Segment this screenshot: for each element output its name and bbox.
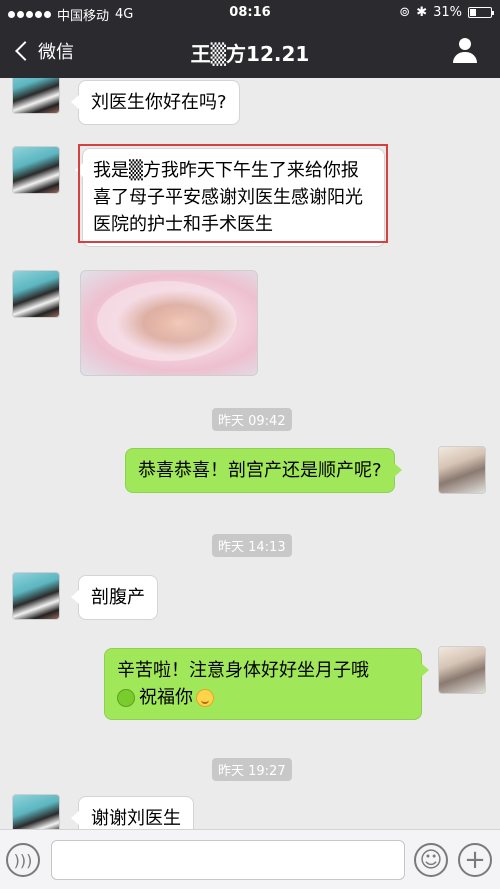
- plus-icon[interactable]: +: [458, 843, 492, 877]
- user-icon[interactable]: [452, 38, 478, 64]
- contact-avatar[interactable]: [12, 794, 60, 829]
- contact-avatar[interactable]: [12, 270, 60, 318]
- message-text: 刘医生你好在吗?: [91, 92, 227, 113]
- contact-avatar[interactable]: [12, 78, 60, 114]
- sent-message[interactable]: 辛苦啦！注意身体好好坐月子哦 祝福你: [104, 648, 429, 720]
- my-avatar[interactable]: [438, 646, 486, 694]
- newborn-photo[interactable]: [80, 270, 258, 376]
- received-message[interactable]: 刘医生你好在吗?: [71, 80, 240, 125]
- contact-avatar[interactable]: [12, 146, 60, 194]
- received-message[interactable]: 谢谢刘医生: [71, 796, 194, 829]
- bluetooth-icon: ✱: [416, 5, 428, 20]
- message-text: 谢谢刘医生: [91, 808, 181, 829]
- timestamp: 昨天 09:42: [212, 408, 292, 431]
- received-message[interactable]: 我是▒方我昨天下午生了来给你报喜了母子平安感谢刘医生感谢阳光医院的护士和手术医生: [75, 148, 385, 247]
- message-text: 我是▒方我昨天下午生了来给你报喜了母子平安感谢刘医生感谢阳光医院的护士和手术医生: [93, 160, 363, 235]
- frog-emoji-icon: [117, 689, 135, 707]
- top-bar: 中国移动 4G 08:16 ⊚ ✱ 31% 微信 王▒方12.21: [0, 0, 500, 78]
- smile-emoji-icon: [196, 689, 214, 707]
- received-message[interactable]: 剖腹产: [71, 575, 158, 620]
- contact-avatar[interactable]: [12, 572, 60, 620]
- message-text-line1: 辛苦啦！注意身体好好坐月子哦: [117, 660, 369, 681]
- battery-percent: 31%: [433, 5, 462, 20]
- orientation-lock-icon: ⊚: [399, 5, 411, 20]
- emoji-icon[interactable]: ☺: [414, 843, 448, 877]
- message-input[interactable]: [51, 840, 405, 880]
- battery-icon: [468, 7, 494, 18]
- message-text-line2: 祝福你: [139, 687, 193, 708]
- voice-icon[interactable]: ))): [6, 843, 40, 877]
- timestamp: 昨天 14:13: [212, 534, 292, 557]
- status-right: ⊚ ✱ 31%: [399, 5, 494, 20]
- chat-area[interactable]: 刘医生你好在吗? 我是▒方我昨天下午生了来给你报喜了母子平安感谢刘医生感谢阳光医…: [0, 78, 500, 829]
- nav-bar: 微信 王▒方12.21: [0, 26, 500, 78]
- timestamp: 昨天 19:27: [212, 758, 292, 781]
- message-text: 剖腹产: [91, 587, 145, 608]
- status-bar: 中国移动 4G 08:16 ⊚ ✱ 31%: [0, 0, 500, 26]
- chat-title: 王▒方12.21: [190, 42, 310, 66]
- sent-message[interactable]: 恭喜恭喜！剖宫产还是顺产呢?: [125, 448, 402, 493]
- my-avatar[interactable]: [438, 446, 486, 494]
- input-bar: ))) ☺ +: [0, 829, 500, 889]
- message-text: 恭喜恭喜！剖宫产还是顺产呢?: [138, 460, 382, 481]
